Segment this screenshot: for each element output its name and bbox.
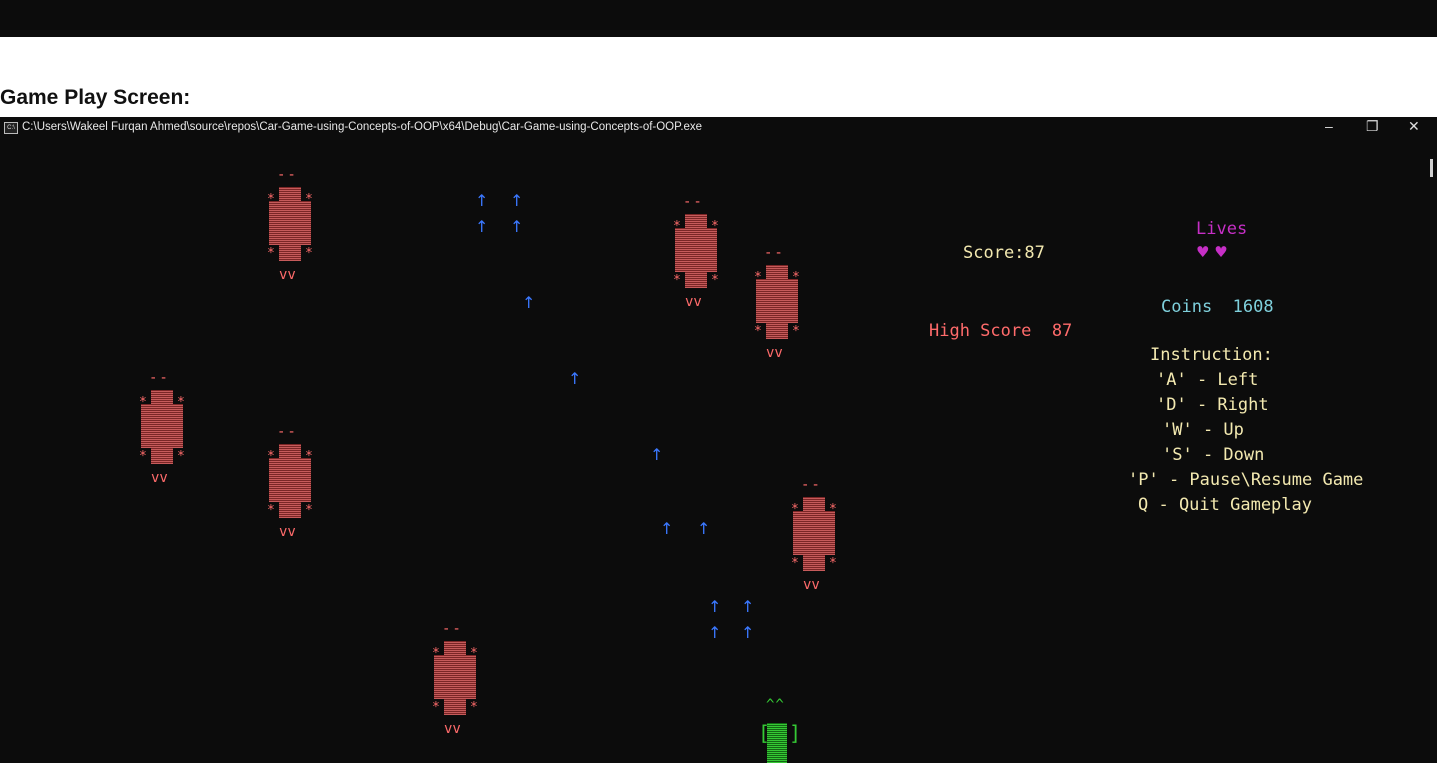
top-dark-band [0,0,1437,37]
up-arrow-icon: ↑ [708,597,722,616]
high-score-label: High Score 87 [929,321,1073,341]
enemy-car-bottom: vv [279,267,296,283]
enemy-car-bottom: vv [766,345,783,361]
enemy-car-wing [269,223,311,245]
enemy-car-wing [141,426,183,448]
console-window[interactable]: C:\ C:\Users\Wakeel Furqan Ahmed\source\… [0,117,1437,763]
minimize-button[interactable]: – [1325,118,1333,134]
page-heading: Game Play Screen: [0,86,191,109]
enemy-car: -- * * * * vv [789,477,839,603]
instructions-panel: Instruction: 'A' - Left 'D' - Right 'W' … [1128,345,1363,520]
enemy-star: * [711,219,719,234]
enemy-star: * [432,646,440,661]
enemy-star: * [829,556,837,571]
player-car-body [767,723,787,763]
score-label: Score:87 [963,243,1045,263]
console-app-icon: C:\ [4,122,18,134]
enemy-star: * [754,324,762,339]
player-car-right-bracket: ] [789,721,802,745]
instruction-item: 'D' - Right [1156,395,1269,415]
enemy-car: -- * * * * vv [137,370,187,496]
enemy-star: * [139,449,147,464]
enemy-star: * [177,449,185,464]
up-arrow-icon: ↑ [741,597,755,616]
enemy-star: * [267,449,275,464]
instruction-item: 'S' - Down [1162,445,1265,465]
enemy-car: -- * * * * vv [265,167,315,293]
enemy-car-wing [675,250,717,272]
up-arrow-icon: ↑ [650,445,664,464]
enemy-star: * [791,556,799,571]
up-arrow-icon: ↑ [568,369,582,388]
enemy-star: * [305,192,313,207]
enemy-car-top: -- [277,167,298,183]
enemy-star: * [791,502,799,517]
enemy-car-bottom: vv [444,721,461,737]
enemy-car-bottom: vv [151,470,168,486]
enemy-star: * [267,192,275,207]
up-arrow-icon: ↑ [708,623,722,642]
up-arrow-icon: ↑ [522,293,536,312]
enemy-star: * [139,395,147,410]
enemy-car: -- * * * * vv [752,245,802,371]
enemy-car-bottom: vv [803,577,820,593]
up-arrow-icon: ↑ [510,191,524,210]
enemy-car: -- * * * * vv [265,424,315,550]
window-titlebar[interactable]: C:\ C:\Users\Wakeel Furqan Ahmed\source\… [0,117,1437,139]
player-car: ^^ [ ] [758,697,818,763]
enemy-star: * [305,246,313,261]
instruction-item: 'W' - Up [1162,420,1244,440]
enemy-star: * [432,700,440,715]
up-arrow-icon: ↑ [475,217,489,236]
up-arrow-icon: ↑ [475,191,489,210]
up-arrow-icon: ↑ [510,217,524,236]
enemy-car-wing [756,301,798,323]
enemy-star: * [177,395,185,410]
instruction-item: 'A' - Left [1156,370,1259,390]
enemy-car-wing [269,480,311,502]
player-car-top: ^^ [766,697,785,713]
enemy-star: * [470,646,478,661]
heart-icon: ♥ ♥ [1196,243,1228,261]
up-arrow-icon: ↑ [660,519,674,538]
game-area: -- * * * * vv -- * * * * vv -- * * * * v… [0,139,1437,763]
enemy-car-top: -- [277,424,298,440]
enemy-star: * [305,503,313,518]
enemy-car-top: -- [683,194,704,210]
enemy-star: * [305,449,313,464]
enemy-car-top: -- [764,245,785,261]
instructions-title: Instruction: [1150,345,1273,365]
enemy-star: * [673,219,681,234]
enemy-car-bottom: vv [279,524,296,540]
enemy-car-top: -- [442,621,463,637]
enemy-car-top: -- [801,477,822,493]
up-arrow-icon: ↑ [741,623,755,642]
enemy-star: * [711,273,719,288]
enemy-star: * [470,700,478,715]
enemy-car-wing [793,533,835,555]
window-title: C:\Users\Wakeel Furqan Ahmed\source\repo… [22,121,703,133]
enemy-star: * [673,273,681,288]
coins-label: Coins 1608 [1161,297,1274,317]
enemy-car: -- * * * * vv [430,621,480,747]
instruction-item: Q - Quit Gameplay [1138,495,1312,515]
enemy-star: * [754,270,762,285]
enemy-star: * [829,502,837,517]
restore-button[interactable]: ❐ [1366,118,1379,135]
enemy-star: * [792,270,800,285]
instruction-item: 'P' - Pause\Resume Game [1128,470,1364,490]
up-arrow-icon: ↑ [697,519,711,538]
enemy-car-wing [434,677,476,699]
lives-label: Lives [1196,219,1248,239]
close-button[interactable]: ✕ [1408,118,1420,135]
enemy-star: * [267,246,275,261]
enemy-car-top: -- [149,370,170,386]
enemy-star: * [267,503,275,518]
enemy-car: -- * * * * vv [671,194,721,320]
enemy-star: * [792,324,800,339]
enemy-car-bottom: vv [685,294,702,310]
